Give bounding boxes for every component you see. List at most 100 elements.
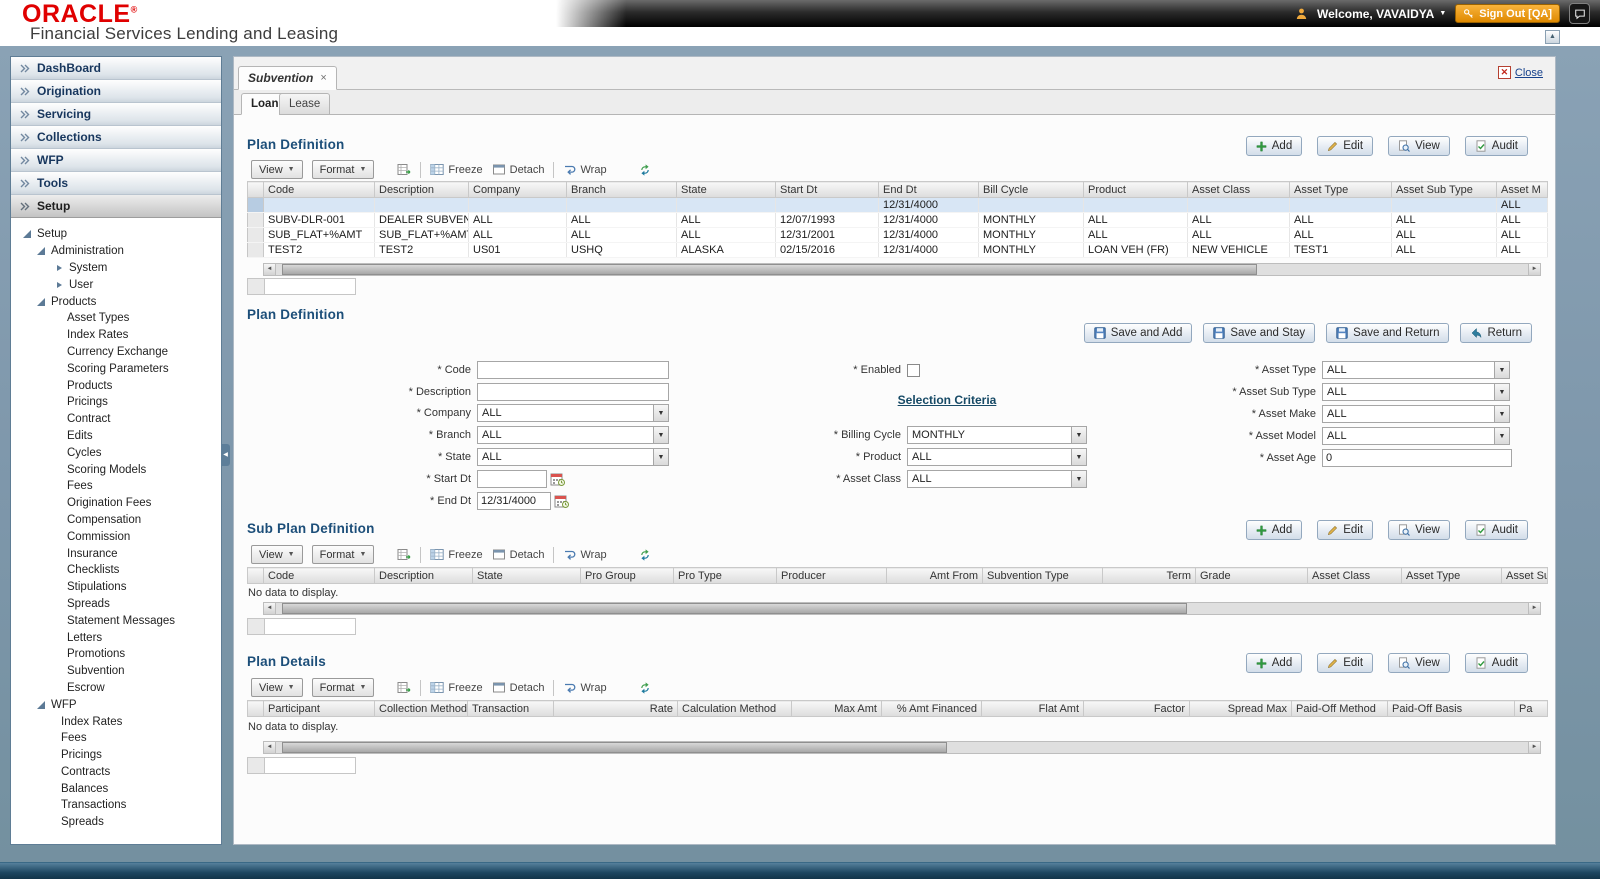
freeze-button[interactable]: Freeze — [430, 681, 482, 694]
add-button[interactable]: Add — [1246, 136, 1302, 156]
column-header[interactable]: Asset Sub Type — [1392, 182, 1497, 198]
save-and-add-button[interactable]: Save and Add — [1084, 323, 1193, 343]
scroll-left-icon[interactable]: ◄ — [264, 603, 276, 614]
tree-item-wfp-spreads[interactable]: Spreads — [11, 814, 219, 831]
view-button[interactable]: View — [1388, 520, 1450, 540]
calendar-icon[interactable] — [550, 472, 565, 486]
state-select[interactable]: ALL▼ — [477, 448, 669, 466]
tab-lease[interactable]: Lease — [279, 93, 330, 115]
scroll-right-icon[interactable]: ► — [1528, 603, 1540, 614]
edit-button[interactable]: Edit — [1317, 136, 1373, 156]
wrap-button[interactable]: Wrap — [563, 163, 606, 176]
calendar-icon[interactable] — [554, 494, 569, 508]
detach-button[interactable]: Detach — [492, 681, 545, 694]
tree-item-statement-messages[interactable]: Statement Messages — [11, 612, 219, 629]
table-row[interactable]: 12/31/4000 ALL — [248, 198, 1548, 213]
view-menu-button[interactable]: View▼ — [251, 160, 303, 179]
tree-item-cycles[interactable]: Cycles — [11, 444, 219, 461]
column-header[interactable]: State — [473, 568, 581, 584]
column-header[interactable]: Paid-Off Basis — [1388, 701, 1515, 717]
scroll-left-icon[interactable]: ◄ — [264, 264, 276, 275]
column-header[interactable]: Pro Type — [674, 568, 777, 584]
tree-item-promotions[interactable]: Promotions — [11, 646, 219, 663]
column-header[interactable]: Producer — [777, 568, 887, 584]
asset-model-select[interactable]: ALL▼ — [1322, 427, 1510, 445]
tree-item-edits[interactable]: Edits — [11, 428, 219, 445]
column-header[interactable]: Max Amt — [792, 701, 882, 717]
tree-item-products[interactable]: Products — [11, 377, 219, 394]
sidebar-item-setup[interactable]: Setup — [11, 195, 221, 218]
tree-item-contract[interactable]: Contract — [11, 411, 219, 428]
billing-cycle-select[interactable]: MONTHLY▼ — [907, 426, 1087, 444]
tree-item-wfp-index-rates[interactable]: Index Rates — [11, 713, 219, 730]
row-selector[interactable] — [248, 198, 264, 213]
column-header[interactable]: Description — [375, 568, 473, 584]
export-icon[interactable] — [397, 681, 411, 694]
tree-item-wfp-pricings[interactable]: Pricings — [11, 747, 219, 764]
column-header[interactable]: Pa — [1515, 701, 1548, 717]
export-icon[interactable] — [397, 163, 411, 176]
sidebar-collapse-handle[interactable]: ◀ — [221, 444, 230, 466]
tree-item-escrow[interactable]: Escrow — [11, 680, 219, 697]
tree-item-fees[interactable]: Fees — [11, 478, 219, 495]
sidebar-item-dashboard[interactable]: DashBoard — [11, 57, 221, 80]
scrollbar-thumb[interactable] — [282, 603, 1187, 614]
column-header[interactable]: Start Dt — [776, 182, 879, 198]
column-header[interactable]: Company — [469, 182, 567, 198]
tree-item-spreads[interactable]: Spreads — [11, 596, 219, 613]
audit-button[interactable]: Audit — [1465, 520, 1528, 540]
refresh-icon[interactable] — [638, 163, 652, 177]
asset-type-select[interactable]: ALL▼ — [1322, 361, 1510, 379]
scroll-right-icon[interactable]: ► — [1528, 264, 1540, 275]
view-button[interactable]: View — [1388, 653, 1450, 673]
tree-item-pricings[interactable]: Pricings — [11, 394, 219, 411]
branch-select[interactable]: ALL▼ — [477, 426, 669, 444]
sign-out-button[interactable]: Sign Out [QA] — [1455, 4, 1560, 23]
column-header[interactable]: Asset Class — [1308, 568, 1402, 584]
column-header[interactable]: Factor — [1084, 701, 1190, 717]
audit-button[interactable]: Audit — [1465, 136, 1528, 156]
view-menu-button[interactable]: View▼ — [251, 545, 303, 564]
asset-class-select[interactable]: ALL▼ — [907, 470, 1087, 488]
tree-node-user[interactable]: User — [11, 276, 219, 293]
column-header[interactable]: Description — [375, 182, 469, 198]
tree-item-index-rates[interactable]: Index Rates — [11, 327, 219, 344]
column-header[interactable]: Bill Cycle — [979, 182, 1084, 198]
freeze-button[interactable]: Freeze — [430, 548, 482, 561]
column-header[interactable]: Transaction — [468, 701, 554, 717]
table-row[interactable]: SUB_FLAT+%AMT SUB_FLAT+%AMT ALL ALL ALL … — [248, 228, 1548, 243]
tree-item-stipulations[interactable]: Stipulations — [11, 579, 219, 596]
tree-item-letters[interactable]: Letters — [11, 629, 219, 646]
tree-item-wfp-transactions[interactable]: Transactions — [11, 797, 219, 814]
asset-make-select[interactable]: ALL▼ — [1322, 405, 1510, 423]
column-header[interactable]: Subvention Type — [983, 568, 1103, 584]
feedback-button[interactable] — [1569, 3, 1590, 24]
tree-item-wfp-contracts[interactable]: Contracts — [11, 764, 219, 781]
column-header[interactable]: Amt From — [887, 568, 983, 584]
column-header[interactable]: Branch — [567, 182, 677, 198]
column-header[interactable]: Code — [264, 568, 375, 584]
column-header[interactable]: State — [677, 182, 776, 198]
wrap-button[interactable]: Wrap — [563, 681, 606, 694]
tab-subvention[interactable]: Subvention × — [238, 66, 337, 90]
format-menu-button[interactable]: Format▼ — [312, 160, 375, 179]
row-selector[interactable] — [248, 228, 264, 243]
tree-item-commission[interactable]: Commission — [11, 528, 219, 545]
tree-node-products[interactable]: Products — [11, 293, 219, 310]
tree-item-wfp-fees[interactable]: Fees — [11, 730, 219, 747]
horizontal-scrollbar[interactable]: ◄ ► — [263, 263, 1541, 276]
tree-item-insurance[interactable]: Insurance — [11, 545, 219, 562]
column-header[interactable]: Grade — [1196, 568, 1308, 584]
column-header[interactable]: Asset Type — [1290, 182, 1392, 198]
detach-button[interactable]: Detach — [492, 548, 545, 561]
save-and-stay-button[interactable]: Save and Stay — [1203, 323, 1315, 343]
detach-button[interactable]: Detach — [492, 163, 545, 176]
add-button[interactable]: Add — [1246, 653, 1302, 673]
sidebar-item-collections[interactable]: Collections — [11, 126, 221, 149]
tree-item-subvention[interactable]: Subvention — [11, 663, 219, 680]
scrollbar-thumb[interactable] — [282, 742, 947, 753]
audit-button[interactable]: Audit — [1465, 653, 1528, 673]
asset-sub-type-select[interactable]: ALL▼ — [1322, 383, 1510, 401]
sidebar-item-wfp[interactable]: WFP — [11, 149, 221, 172]
page-scroll-up-button[interactable]: ▲ — [1545, 30, 1560, 44]
